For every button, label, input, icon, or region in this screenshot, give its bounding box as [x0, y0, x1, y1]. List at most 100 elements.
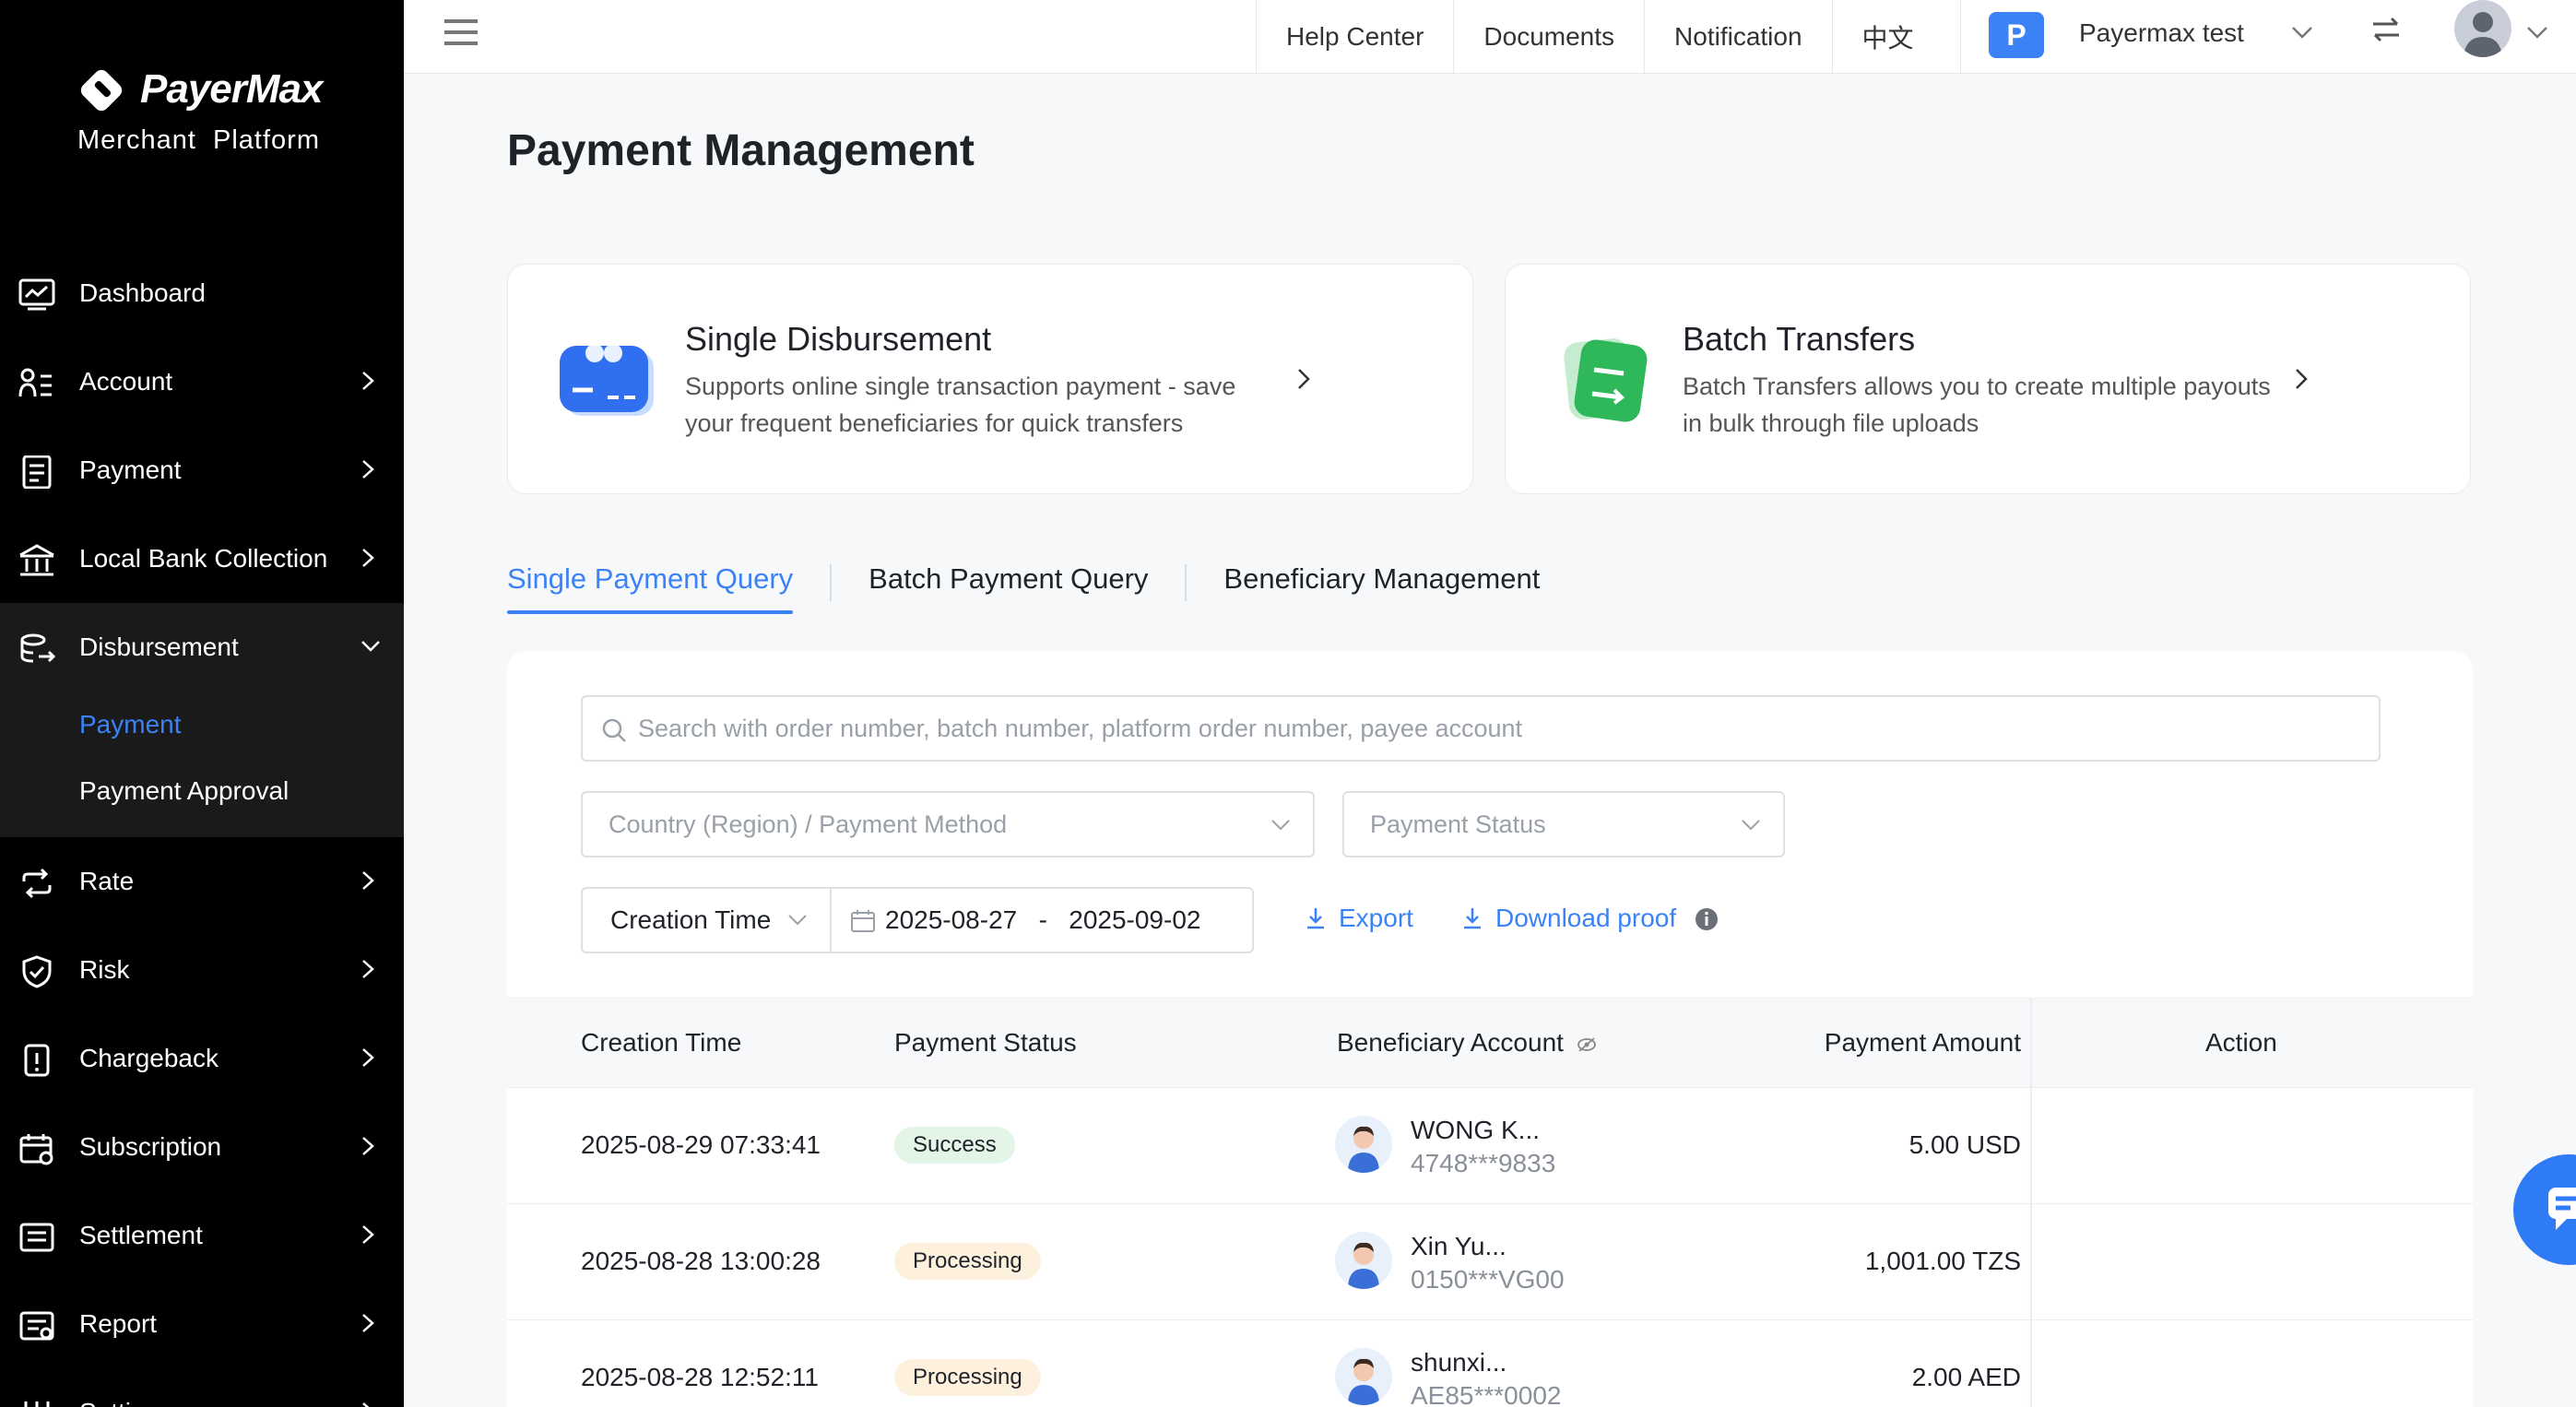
settings-icon — [24, 1401, 50, 1407]
top-bar: Help Center Documents Notification 中文 P … — [404, 0, 2576, 74]
table-header: Creation Time Payment Status Beneficiary… — [507, 998, 2473, 1088]
date-to[interactable]: 2025-09-02 — [1069, 905, 1200, 934]
sidebar-item-rate[interactable]: Rate — [0, 837, 404, 926]
sidebar-item-label: Risk — [79, 955, 130, 984]
sidebar-item-label: Settings — [79, 1398, 172, 1407]
download-icon — [1307, 908, 1324, 929]
search-icon — [602, 718, 626, 742]
beneficiary-account: AE85***0002 — [1411, 1381, 1562, 1407]
beneficiary-account: 0150***VG00 — [1411, 1265, 1565, 1294]
batch-transfers-card[interactable]: Batch Transfers Batch Transfers allows y… — [1505, 264, 2471, 494]
person-avatar-icon — [1348, 1242, 1379, 1289]
org-switcher[interactable]: P Payermax test — [1960, 0, 2347, 74]
card-description: Supports online single transaction payme… — [685, 372, 1236, 437]
status-badge: Processing — [894, 1359, 1041, 1396]
sidebar-item-risk[interactable]: Risk — [0, 926, 404, 1014]
table-row[interactable]: 2025-08-28 12:52:11 Processing shunxi...… — [507, 1320, 2473, 1407]
support-chat-button[interactable] — [2513, 1154, 2576, 1265]
query-panel: Country (Region) / Payment Method Paymen… — [507, 651, 2473, 1407]
sidebar-item-label: Subscription — [79, 1132, 222, 1161]
payment-doc-icon — [22, 455, 52, 489]
sidebar-item-label: Payment — [79, 455, 182, 484]
tab-beneficiary-management[interactable]: Beneficiary Management — [1223, 562, 1540, 614]
query-tabs: Single Payment Query Batch Payment Query… — [507, 562, 1540, 627]
country-method-placeholder: Country (Region) / Payment Method — [609, 810, 1008, 838]
sidebar-item-payment[interactable]: Payment — [0, 426, 404, 514]
sidebar-item-disbursement[interactable]: Disbursement — [0, 603, 404, 692]
date-range-picker[interactable]: 2025-08-27 - 2025-09-02 — [885, 905, 1200, 935]
date-from[interactable]: 2025-08-27 — [885, 905, 1017, 934]
download-proof-button[interactable]: Download proof — [1462, 904, 1676, 933]
sidebar-item-label: Rate — [79, 867, 135, 895]
sidebar-subitem-payment-approval[interactable]: Payment Approval — [0, 758, 404, 824]
brand-logo[interactable]: PayerMax Merchant Platform — [76, 59, 334, 160]
eye-hidden-icon[interactable] — [1577, 1036, 1597, 1053]
beneficiary-name: Xin Yu... — [1411, 1232, 1507, 1260]
chevron-right-icon — [362, 1314, 374, 1332]
date-type-select[interactable]: Creation Time — [583, 889, 832, 952]
help-center-link[interactable]: Help Center — [1256, 0, 1453, 74]
col-payment-status: Payment Status — [894, 1028, 1077, 1057]
chevron-right-icon — [362, 960, 374, 978]
org-badge: P — [1989, 12, 2044, 58]
language-switch[interactable]: 中文 — [1831, 0, 1944, 74]
chevron-down-icon — [1271, 820, 1290, 831]
beneficiary-avatar — [1335, 1116, 1392, 1173]
chevron-right-icon — [362, 1402, 370, 1407]
notification-link[interactable]: Notification — [1644, 0, 1832, 74]
sidebar-subitem-payment[interactable]: Payment — [0, 692, 404, 758]
tab-single-payment-query[interactable]: Single Payment Query — [507, 562, 794, 614]
chevron-right-icon — [362, 1225, 374, 1244]
user-avatar[interactable] — [2454, 0, 2511, 57]
chevron-right-icon — [2296, 369, 2308, 389]
sidebar-item-subscription[interactable]: Subscription — [0, 1103, 404, 1191]
chevron-down-icon — [1742, 820, 1760, 831]
sidebar-item-label: Local Bank Collection — [79, 544, 328, 573]
tab-batch-payment-query[interactable]: Batch Payment Query — [869, 562, 1148, 614]
search-input[interactable] — [638, 703, 2353, 754]
single-disbursement-card[interactable]: Single Disbursement Supports online sing… — [507, 264, 1473, 494]
row-creation-time: 2025-08-28 13:00:28 — [581, 1247, 821, 1275]
table-row[interactable]: 2025-08-28 13:00:28 Processing Xin Yu...… — [507, 1204, 2473, 1320]
sidebar-item-settings[interactable]: Settings — [0, 1368, 404, 1407]
chevron-down-icon[interactable] — [2524, 22, 2550, 42]
export-button[interactable]: Export — [1306, 904, 1413, 933]
row-creation-time: 2025-08-29 07:33:41 — [581, 1130, 821, 1159]
country-method-select[interactable]: Country (Region) / Payment Method — [581, 791, 1315, 857]
bank-icon — [19, 544, 54, 576]
card-title: Batch Transfers — [1683, 320, 1916, 358]
sidebar-nav: Dashboard Account Payment Local Bank Col… — [0, 249, 404, 1407]
calendar-icon — [851, 910, 875, 932]
chat-icon — [2548, 1188, 2576, 1230]
info-icon[interactable] — [1695, 907, 1719, 931]
menu-toggle-icon[interactable] — [443, 17, 479, 48]
payment-status-placeholder: Payment Status — [1370, 810, 1546, 838]
sidebar-item-chargeback[interactable]: Chargeback — [0, 1014, 404, 1103]
swap-icon[interactable] — [2369, 15, 2403, 44]
sidebar-item-label: Chargeback — [79, 1044, 219, 1072]
payermax-logo-icon — [80, 69, 123, 112]
sidebar-item-label: Dashboard — [79, 278, 206, 307]
table-row[interactable]: 2025-08-29 07:33:41 Success WONG K... 47… — [507, 1088, 2473, 1204]
top-nav-links: Help Center Documents Notification 中文 — [1256, 0, 1944, 74]
chevron-right-icon — [1298, 369, 1310, 389]
sidebar-item-report[interactable]: Report — [0, 1280, 404, 1368]
payment-status-select[interactable]: Payment Status — [1342, 791, 1785, 857]
download-proof-label: Download proof — [1495, 904, 1677, 932]
payment-amount: 5.00 USD — [1908, 1130, 2021, 1159]
export-label: Export — [1339, 904, 1413, 932]
sidebar-item-account[interactable]: Account — [0, 337, 404, 426]
chevron-down-icon — [788, 915, 807, 926]
user-avatar-icon — [2464, 12, 2502, 57]
documents-link[interactable]: Documents — [1453, 0, 1644, 74]
sidebar-item-dashboard[interactable]: Dashboard — [0, 249, 404, 337]
account-icon — [18, 368, 52, 397]
chevron-right-icon — [362, 549, 374, 567]
search-box — [581, 695, 2381, 762]
chargeback-icon — [24, 1044, 50, 1077]
sidebar-item-local-bank-collection[interactable]: Local Bank Collection — [0, 514, 404, 603]
status-badge: Success — [894, 1127, 1015, 1164]
sidebar-item-settlement[interactable]: Settlement — [0, 1191, 404, 1280]
col-action: Action — [2205, 1028, 2277, 1057]
sidebar-item-label: Settlement — [79, 1221, 203, 1249]
